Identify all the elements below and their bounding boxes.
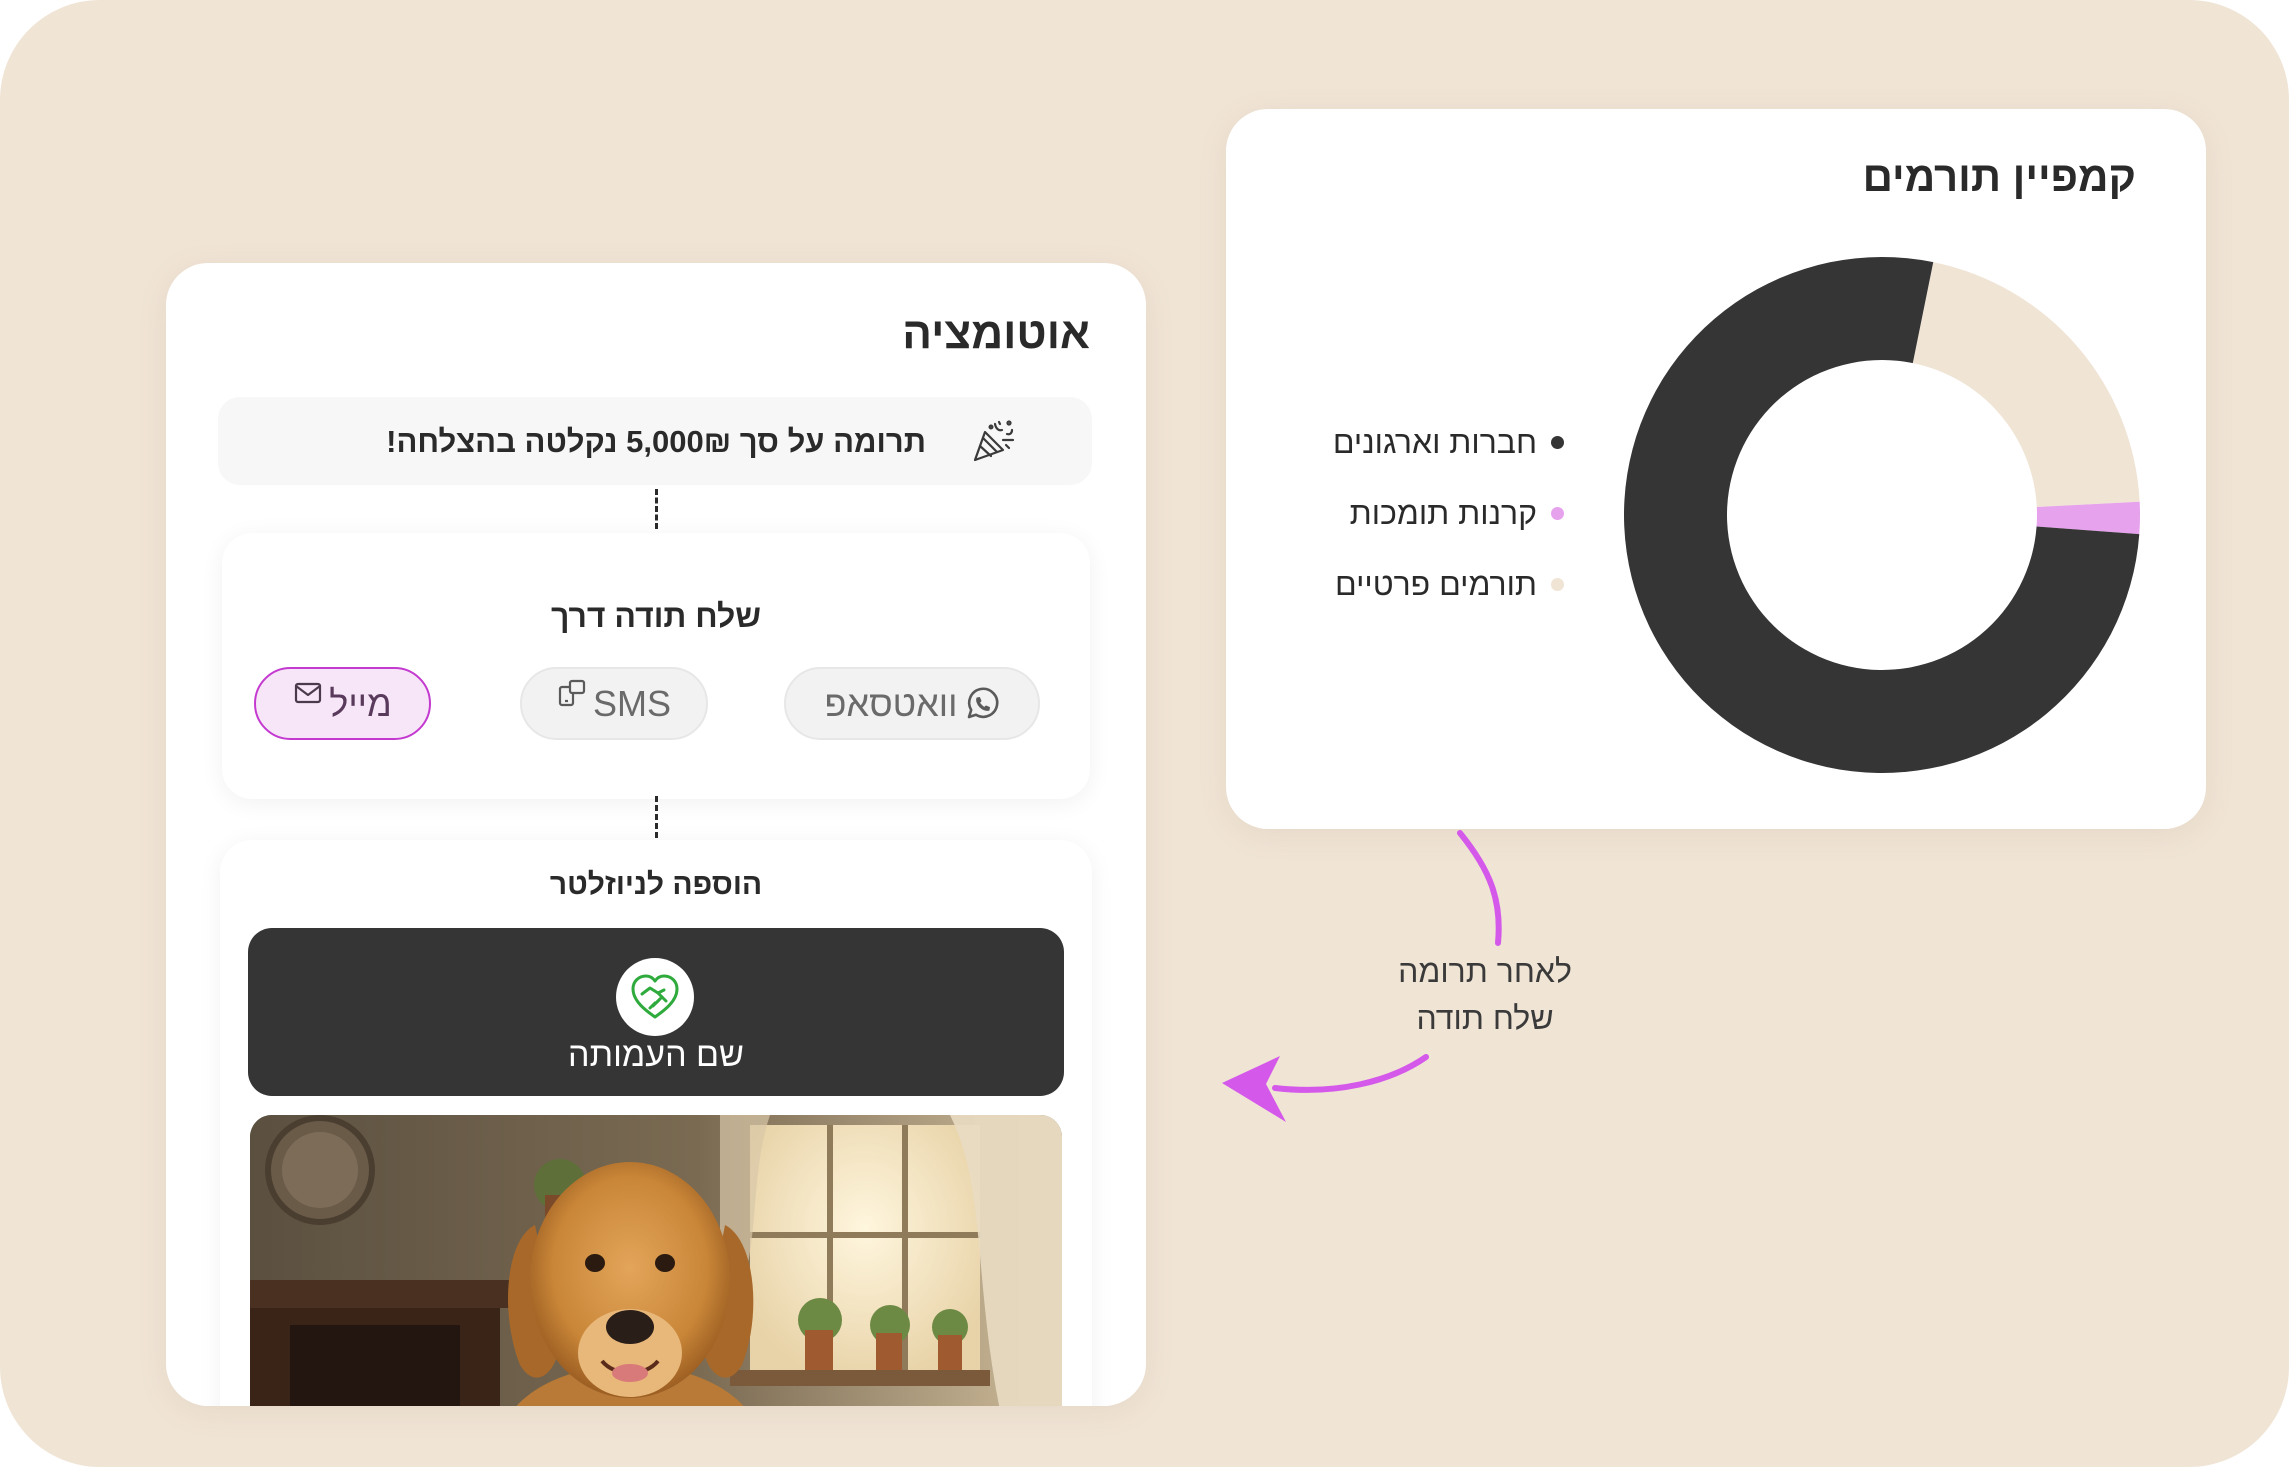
canvas: אוטומציה תרומה על סך 5,000₪ נקלטה בהצלחה… <box>0 0 2293 1469</box>
legend-label: קרנות תומכות <box>1349 494 1537 531</box>
newsletter-step: הוספה לניוזלטר שם העמותה <box>220 840 1092 1406</box>
automation-title: אוטומציה <box>902 309 1090 358</box>
golden-retriever-photo <box>250 1115 1062 1406</box>
channel-whatsapp-label: וואטסאפ <box>824 682 958 724</box>
channel-sms-button[interactable]: SMS <box>520 667 708 740</box>
whatsapp-icon <box>967 687 998 718</box>
newsletter-photo <box>250 1115 1062 1406</box>
annotation-text: לאחר תרומה שלח תודה <box>1362 948 1608 1042</box>
organization-logo <box>616 958 694 1036</box>
campaign-card: קמפיין תורמים חברות וארגונים קרנות תומכות… <box>1226 109 2206 829</box>
chart-legend: חברות וארגונים קרנות תומכות תורמים פרטיים <box>1244 423 1564 638</box>
mail-icon <box>295 682 322 703</box>
annotation-line-2: שלח תודה <box>1416 1000 1554 1036</box>
annotation-line-1: לאחר תרומה <box>1398 953 1572 989</box>
organization-name: שם העמותה <box>568 1036 744 1074</box>
trigger-step[interactable]: תרומה על סך 5,000₪ נקלטה בהצלחה! <box>218 397 1092 485</box>
newsletter-title: הוספה לניוזלטר <box>549 868 763 901</box>
automation-card: אוטומציה תרומה על סך 5,000₪ נקלטה בהצלחה… <box>166 263 1146 1406</box>
organization-header: שם העמותה <box>248 928 1064 1096</box>
annotation-curve-top <box>1457 830 1502 946</box>
channel-mail-button[interactable]: מייל <box>254 667 431 740</box>
campaign-title: קמפיין תורמים <box>1862 153 2136 200</box>
send-thanks-title: שלח תודה דרך <box>550 598 762 634</box>
flow-connector <box>655 489 658 529</box>
legend-item[interactable]: תורמים פרטיים <box>1244 565 1564 602</box>
channel-sms-label: SMS <box>593 682 672 724</box>
send-thanks-step: שלח תודה דרך וואטסאפ SMS מייל <box>222 533 1090 799</box>
channel-mail-label: מייל <box>329 682 392 724</box>
legend-label: תורמים פרטיים <box>1335 565 1537 602</box>
annotation-curve-bottom <box>1272 1054 1429 1093</box>
trigger-text: תרומה על סך 5,000₪ נקלטה בהצלחה! <box>386 424 926 459</box>
flow-connector <box>655 796 658 838</box>
legend-item[interactable]: קרנות תומכות <box>1244 494 1564 531</box>
sms-icon <box>558 679 586 706</box>
party-popper-icon <box>973 420 1015 462</box>
legend-item[interactable]: חברות וארגונים <box>1244 423 1564 460</box>
donut-slice-2[interactable] <box>1912 262 2140 508</box>
legend-label: חברות וארגונים <box>1332 423 1537 460</box>
heart-handshake-icon <box>631 974 679 1019</box>
legend-dot-icon <box>1551 506 1564 520</box>
legend-dot-icon <box>1551 435 1564 449</box>
donut-chart <box>1624 257 2140 773</box>
channel-whatsapp-button[interactable]: וואטסאפ <box>784 667 1040 740</box>
legend-dot-icon <box>1551 577 1564 591</box>
